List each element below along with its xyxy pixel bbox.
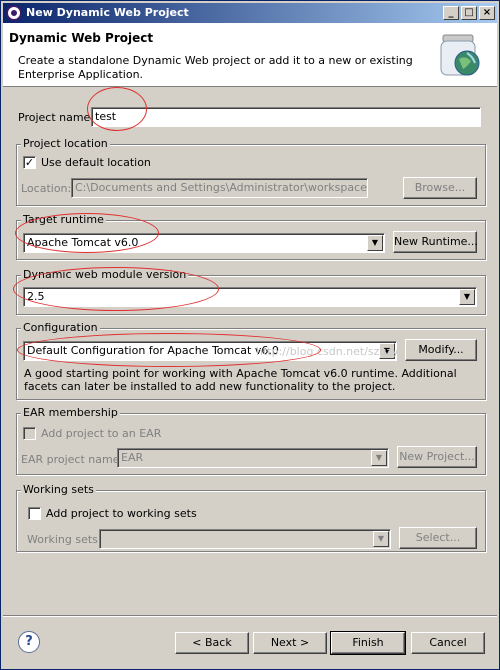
- title-bar[interactable]: New Dynamic Web Project _ □ ×: [3, 3, 497, 23]
- wizard-title: Dynamic Web Project: [9, 31, 154, 45]
- close-button[interactable]: ×: [479, 6, 495, 20]
- target-runtime-title: Target runtime: [21, 213, 106, 226]
- configuration-title: Configuration: [21, 321, 100, 334]
- add-to-ear-checkbox[interactable]: [23, 427, 36, 440]
- add-to-ear-label: Add project to an EAR: [41, 427, 162, 440]
- working-sets-label: Working sets:: [27, 533, 102, 546]
- project-location-title: Project location: [21, 137, 110, 150]
- finish-button[interactable]: Finish: [330, 631, 406, 655]
- new-project-button[interactable]: New Project...: [397, 446, 477, 468]
- ear-project-value: EAR: [121, 451, 144, 464]
- wizard-description: Create a standalone Dynamic Web project …: [18, 54, 413, 81]
- add-to-working-sets-checkbox[interactable]: [28, 507, 41, 520]
- footer-separator: [3, 615, 497, 617]
- modify-button[interactable]: Modify...: [405, 339, 477, 361]
- working-sets-select[interactable]: ▼: [99, 529, 391, 549]
- select-working-sets-button[interactable]: Select...: [399, 527, 477, 549]
- location-label: Location:: [21, 182, 72, 195]
- location-input[interactable]: C:\Documents and Settings\Administrator\…: [71, 178, 368, 198]
- ear-project-name-label: EAR project name:: [21, 453, 124, 466]
- chevron-down-icon[interactable]: ▼: [459, 289, 475, 305]
- cancel-button[interactable]: Cancel: [411, 632, 485, 654]
- window-title: New Dynamic Web Project: [26, 6, 189, 19]
- use-default-location-label: Use default location: [41, 156, 151, 169]
- add-to-working-sets-label: Add project to working sets: [46, 507, 197, 520]
- help-icon[interactable]: ?: [18, 631, 40, 653]
- minimize-button[interactable]: _: [443, 6, 459, 20]
- working-sets-title: Working sets: [21, 483, 96, 496]
- chevron-down-icon[interactable]: ▼: [373, 531, 389, 547]
- target-runtime-value: Apache Tomcat v6.0: [27, 236, 139, 249]
- chevron-down-icon[interactable]: ▼: [367, 235, 383, 251]
- configuration-description: A good starting point for working with A…: [24, 367, 457, 393]
- project-name-input[interactable]: test: [91, 107, 481, 127]
- dialog-window: New Dynamic Web Project _ □ × Dynamic We…: [0, 0, 500, 670]
- next-button[interactable]: Next >: [253, 632, 327, 654]
- project-name-label: Project name:: [18, 111, 95, 124]
- wizard-header: Dynamic Web Project Create a standalone …: [3, 23, 497, 87]
- ear-membership-title: EAR membership: [21, 406, 120, 419]
- configuration-value: Default Configuration for Apache Tomcat …: [27, 344, 279, 357]
- use-default-location-checkbox[interactable]: ✓: [23, 156, 36, 169]
- watermark-text: http://blog.csdn.net/szuzy: [256, 345, 399, 358]
- web-module-select[interactable]: 2.5 ▼: [23, 287, 477, 307]
- ear-project-select[interactable]: EAR ▼: [117, 448, 389, 468]
- web-module-title: Dynamic web module version: [21, 268, 189, 281]
- maximize-button[interactable]: □: [461, 6, 477, 20]
- back-button[interactable]: < Back: [175, 632, 249, 654]
- browse-button[interactable]: Browse...: [403, 177, 477, 199]
- web-module-value: 2.5: [27, 290, 45, 303]
- new-runtime-button[interactable]: New Runtime...: [393, 231, 478, 253]
- chevron-down-icon[interactable]: ▼: [371, 450, 387, 466]
- target-runtime-select[interactable]: Apache Tomcat v6.0 ▼: [23, 233, 385, 253]
- eclipse-icon: [6, 5, 22, 21]
- jar-globe-icon: [437, 33, 483, 79]
